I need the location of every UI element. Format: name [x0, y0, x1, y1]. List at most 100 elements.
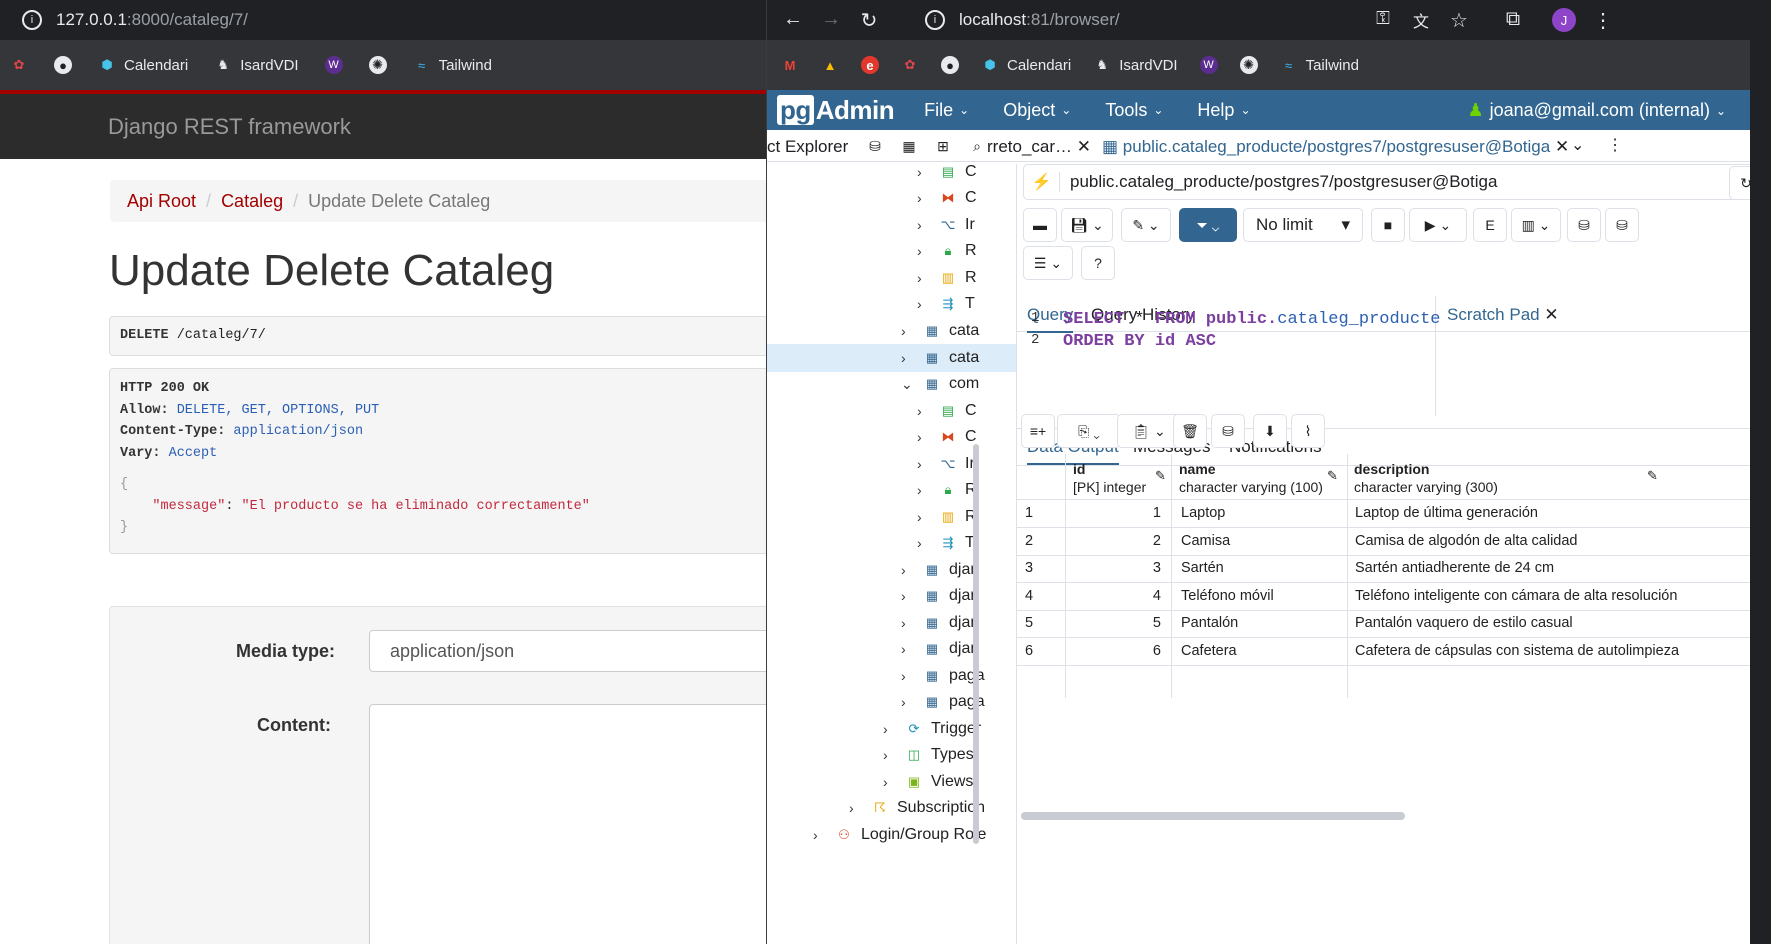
chevron-right-icon[interactable]: › [917, 164, 931, 180]
tree-item[interactable]: › ⌥ Ir [917, 450, 975, 478]
forward-icon[interactable]: → [819, 8, 843, 31]
cell-name[interactable]: Laptop [1181, 500, 1345, 527]
save-icon[interactable]: 💾︎ ⌄ [1061, 208, 1113, 242]
tree-item[interactable]: › ⇶ T [917, 290, 975, 318]
menu-help[interactable]: Help ⌄ [1197, 100, 1250, 121]
cell-id[interactable]: 6 [1073, 638, 1161, 665]
add-row-icon[interactable]: ≡+ [1021, 414, 1055, 448]
row-number[interactable]: 4 [1025, 583, 1061, 610]
apps-icon[interactable]: ✿ [901, 56, 919, 74]
bookmark-isardvdi[interactable]: ♞ IsardVDI [214, 56, 298, 74]
content-textarea[interactable] [369, 704, 766, 944]
tree-item[interactable]: › ⟳ Trigger [883, 715, 981, 743]
chevron-right-icon[interactable]: › [849, 800, 863, 816]
tree-item[interactable]: › ▤ C [917, 164, 977, 186]
edit-icon[interactable]: ✎ ⌄ [1121, 208, 1171, 242]
reload-icon[interactable]: ↻ [857, 8, 881, 33]
breadcrumb-api-root[interactable]: Api Root [127, 191, 196, 212]
macros-icon[interactable]: ☰ ⌄ [1023, 246, 1073, 280]
tree-item[interactable]: › ⇶ T [917, 529, 975, 557]
more-options-icon[interactable]: ⋮ [1607, 135, 1623, 155]
paste-icon[interactable]: 📋︎ ⌄ [1117, 414, 1181, 448]
chevron-right-icon[interactable]: › [917, 509, 931, 525]
column-header-name[interactable]: name character varying (100) [1179, 454, 1323, 500]
explain-analyze-icon[interactable]: ▥ ⌄ [1511, 208, 1561, 242]
edit-column-icon[interactable]: ✎ [1647, 468, 1658, 484]
chevron-right-icon[interactable]: › [917, 482, 931, 498]
tree-item[interactable]: › ⧓ C [917, 423, 977, 451]
cell-id[interactable]: 3 [1073, 555, 1161, 582]
bookmark-calendari[interactable]: ⬢ Calendari [981, 56, 1071, 74]
w-bookmark-icon[interactable]: W [1199, 56, 1218, 74]
column-header-id[interactable]: id [PK] integer [1073, 454, 1146, 500]
chevron-right-icon[interactable]: › [917, 243, 931, 259]
chevron-right-icon[interactable]: › [917, 296, 931, 312]
tab-scratch-pad[interactable]: Scratch Pad ✕ [1447, 305, 1559, 325]
extensions-icon[interactable]: ⧉ [1501, 8, 1525, 31]
tree-item[interactable]: › 🔒︎ R [917, 476, 977, 504]
chevron-right-icon[interactable]: › [883, 774, 897, 790]
tree-item[interactable]: › ◫ Types [883, 741, 974, 769]
cell-id[interactable]: 5 [1073, 610, 1161, 637]
tree-item[interactable]: › ⌥ Ir [917, 211, 975, 239]
menu-file[interactable]: File ⌄ [924, 100, 969, 121]
delete-icon[interactable]: 🗑︎ [1173, 414, 1207, 448]
tree-item[interactable]: › ▣ Views [883, 768, 973, 796]
tree-item[interactable]: › ▦ djan [901, 582, 979, 610]
github-icon[interactable]: ● [941, 56, 959, 74]
cell-name[interactable]: Pantalón [1181, 610, 1345, 637]
copy-icon[interactable]: ⎘ ⌄ [1057, 414, 1121, 448]
chevron-right-icon[interactable]: › [917, 429, 931, 445]
cell-name[interactable]: Teléfono móvil [1181, 583, 1345, 610]
row-number[interactable]: 6 [1025, 638, 1061, 665]
table-icon[interactable]: ▦ [895, 133, 923, 159]
site-info-icon[interactable]: i [925, 10, 945, 30]
connection-bar[interactable]: ⚡ public.cataleg_producte/postgres7/post… [1023, 164, 1750, 200]
tree-item[interactable]: › ▥ R [917, 503, 977, 531]
cell-description[interactable]: Camisa de algodón de alta calidad [1355, 528, 1750, 555]
horizontal-scrollbar[interactable] [1021, 812, 1405, 820]
chevron-down-icon[interactable]: ⌄ [901, 376, 915, 393]
tree-item[interactable]: › ▦ djan [901, 556, 979, 584]
more-menu-icon[interactable]: ⋮ [1591, 8, 1615, 33]
openai-icon[interactable]: ✺ [368, 56, 387, 74]
chevron-right-icon[interactable]: › [917, 535, 931, 551]
chevron-right-icon[interactable]: › [917, 217, 931, 233]
cell-description[interactable]: Pantalón vaquero de estilo casual [1355, 610, 1750, 637]
e-bookmark-icon[interactable]: e [861, 56, 879, 74]
close-icon[interactable]: ✕ [1544, 305, 1558, 324]
download-icon[interactable]: ⬇ [1253, 414, 1287, 448]
tree-item[interactable]: › ▦ djan [901, 609, 979, 637]
cell-id[interactable]: 1 [1073, 500, 1161, 527]
filter-icon[interactable]: ⏷ ⌄ [1179, 208, 1237, 242]
column-header-description[interactable]: description character varying (300) [1354, 454, 1498, 500]
explain-icon[interactable]: E [1473, 208, 1507, 242]
chevron-right-icon[interactable]: › [917, 403, 931, 419]
chevron-right-icon[interactable]: › [883, 747, 897, 763]
refresh-icon[interactable]: ↻ [1729, 166, 1750, 200]
tree-scrollbar[interactable] [973, 444, 979, 844]
openai-icon[interactable]: ✺ [1239, 56, 1258, 74]
profile-avatar[interactable]: J [1552, 8, 1576, 32]
chevron-right-icon[interactable]: › [901, 323, 915, 339]
close-icon[interactable]: ✕ [1077, 137, 1091, 156]
stop-icon[interactable]: ■ [1371, 208, 1405, 242]
right-url-bar[interactable]: i localhost:81/browser/ [915, 3, 1325, 37]
chevron-right-icon[interactable]: › [917, 456, 931, 472]
drf-brand[interactable]: Django REST framework [108, 114, 351, 140]
tab-query-2[interactable]: ▦ public.cataleg_producte/postgres7/post… [1102, 137, 1569, 157]
back-icon[interactable]: ← [781, 8, 805, 31]
cell-name[interactable]: Sartén [1181, 555, 1345, 582]
cell-description[interactable]: Laptop de última generación [1355, 500, 1750, 527]
cell-name[interactable]: Cafetera [1181, 638, 1345, 665]
chevron-right-icon[interactable]: › [813, 827, 827, 843]
save-data-icon[interactable]: ⛁ [1211, 414, 1245, 448]
tree-item[interactable]: › ⚇ Login/Group Role [813, 821, 986, 849]
bookmark-tailwind[interactable]: ≈ Tailwind [413, 56, 492, 74]
tree-item[interactable]: › 🔒︎ R [917, 237, 977, 265]
tree-item[interactable]: › ▥ R [917, 264, 977, 292]
bookmark-tailwind[interactable]: ≈ Tailwind [1280, 56, 1359, 74]
commit-icon[interactable]: ⛁ [1567, 208, 1601, 242]
tab-query-1[interactable]: rreto_car… ✕ [987, 137, 1091, 157]
cell-id[interactable]: 2 [1073, 528, 1161, 555]
